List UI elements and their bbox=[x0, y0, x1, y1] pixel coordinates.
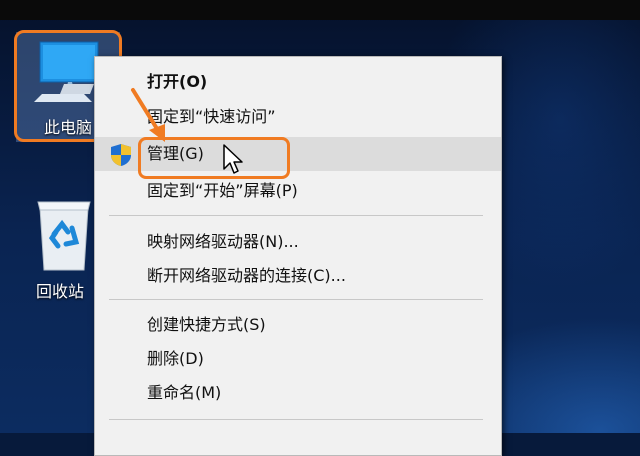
uac-shield-icon bbox=[111, 144, 131, 166]
menu-item-disconnect-network-drive[interactable]: 断开网络驱动器的连接(C)... bbox=[95, 259, 501, 293]
menu-separator bbox=[109, 299, 483, 300]
menu-item-pin-start[interactable]: 固定到“开始”屏幕(P) bbox=[95, 174, 501, 208]
mouse-cursor-icon bbox=[223, 144, 243, 174]
menu-item-label: 断开网络驱动器的连接(C)... bbox=[147, 266, 346, 285]
menu-item-map-network-drive[interactable]: 映射网络驱动器(N)... bbox=[95, 225, 501, 259]
menu-item-rename[interactable]: 重命名(M) bbox=[95, 376, 501, 410]
menu-item-delete[interactable]: 删除(D) bbox=[95, 342, 501, 376]
menu-item-label: 固定到“开始”屏幕(P) bbox=[147, 181, 298, 200]
menu-separator bbox=[109, 215, 483, 216]
top-black-bar bbox=[0, 0, 640, 20]
menu-separator bbox=[109, 419, 483, 420]
menu-item-label: 创建快捷方式(S) bbox=[147, 315, 266, 334]
recycle-bin-icon bbox=[37, 201, 91, 271]
menu-item-label: 重命名(M) bbox=[147, 383, 222, 402]
orange-arrow-icon bbox=[131, 88, 165, 142]
menu-item-label: 删除(D) bbox=[147, 349, 204, 368]
menu-item-label: 映射网络驱动器(N)... bbox=[147, 232, 299, 251]
menu-item-create-shortcut[interactable]: 创建快捷方式(S) bbox=[95, 308, 501, 342]
